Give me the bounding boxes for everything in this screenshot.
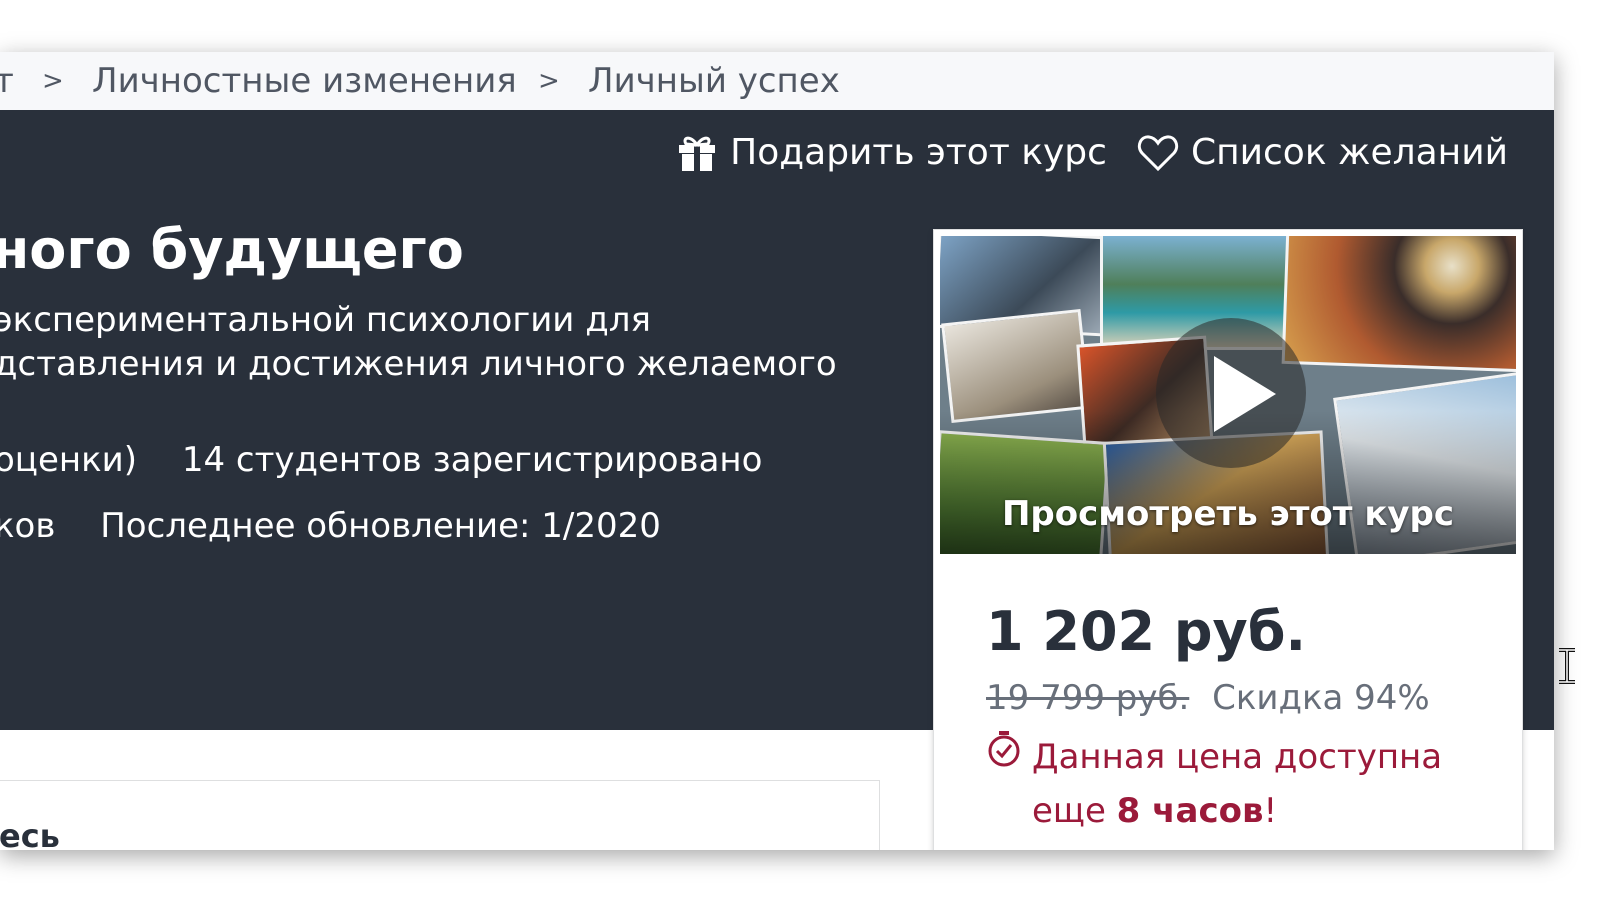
gift-course-button[interactable]: Подарить этот курс xyxy=(676,132,1107,173)
course-stats: оценки) 14 студентов зарегистрировано xyxy=(0,440,796,480)
breadcrumb-separator: > xyxy=(538,66,560,96)
price-timer: Данная цена доступна еще 8 часов! xyxy=(986,730,1442,838)
heart-icon xyxy=(1137,134,1179,172)
ratings-count[interactable]: оценки) xyxy=(0,440,137,480)
breadcrumb-item-personal-success[interactable]: Личный успех xyxy=(588,52,840,110)
play-icon[interactable] xyxy=(1156,318,1306,468)
original-price: 19 799 руб. xyxy=(986,678,1190,718)
discount-row: 19 799 руб. Скидка 94% xyxy=(986,678,1430,718)
course-subtitle-line: экспериментальной психологии для xyxy=(0,300,651,340)
students-count: 14 студентов зарегистрировано xyxy=(181,440,763,480)
course-meta: ков Последнее обновление: 1/2020 xyxy=(0,506,695,546)
current-price: 1 202 руб. xyxy=(986,600,1306,663)
breadcrumb-separator: > xyxy=(42,66,64,96)
timer-hours: 8 часов xyxy=(1116,791,1264,831)
course-preview[interactable]: Просмотреть этот курс xyxy=(940,236,1516,554)
languages: ков xyxy=(0,506,56,546)
text-cursor-icon xyxy=(1556,648,1578,684)
course-title: ного будущего xyxy=(0,218,464,281)
timer-suffix: ! xyxy=(1263,791,1278,831)
browser-window: т > Личностные изменения > Личный успех … xyxy=(0,52,1554,850)
wishlist-label: Список желаний xyxy=(1190,132,1508,173)
what-you-learn-box: есь xyxy=(0,780,880,850)
stopwatch-icon xyxy=(986,730,1022,784)
discount-percent: Скидка 94% xyxy=(1212,678,1430,718)
course-subtitle-line: дставления и достижения личного желаемог… xyxy=(0,344,837,384)
gift-course-label: Подарить этот курс xyxy=(730,132,1107,173)
preview-label: Просмотреть этот курс xyxy=(1001,494,1455,534)
timer-text-prefix: еще xyxy=(1032,791,1117,831)
breadcrumb: т > Личностные изменения > Личный успех xyxy=(0,52,1554,110)
top-actions: Подарить этот курс Список желаний xyxy=(676,132,1508,173)
what-you-learn-heading: есь xyxy=(0,817,60,850)
last-updated: Последнее обновление: 1/2020 xyxy=(100,506,661,546)
gift-icon xyxy=(676,133,718,173)
wishlist-button[interactable]: Список желаний xyxy=(1137,132,1508,173)
breadcrumb-item-personal-change[interactable]: Личностные изменения xyxy=(92,52,517,110)
course-subtitle: экспериментальной психологии для дставле… xyxy=(0,298,837,386)
breadcrumb-item-cut[interactable]: т xyxy=(0,52,14,110)
timer-text: Данная цена доступна xyxy=(1032,737,1443,777)
purchase-sidebar: Просмотреть этот курс 1 202 руб. 19 799 … xyxy=(934,230,1522,850)
